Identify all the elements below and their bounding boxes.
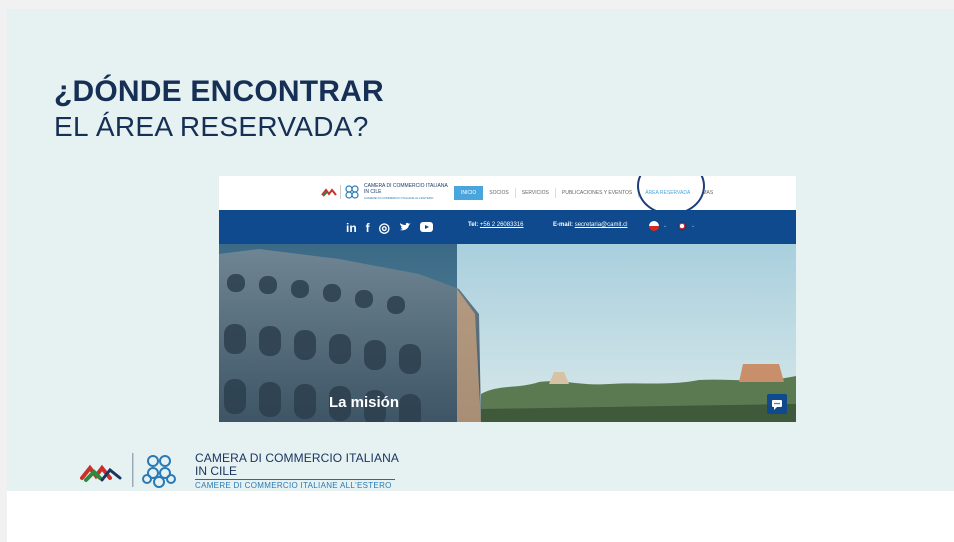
- tel-link[interactable]: +56 2 26083316: [480, 222, 524, 228]
- nav-item-socios[interactable]: SOCIOS: [483, 190, 514, 196]
- twitter-icon[interactable]: [399, 221, 412, 235]
- contact-tel: Tel: +56 2 26083316: [468, 222, 523, 228]
- email-link[interactable]: secretaria@camit.cl: [575, 222, 628, 228]
- footer-tagline: CAMERE DI COMMERCIO ITALIANE ALL'ESTERO: [195, 481, 392, 490]
- nav-item-publicaciones[interactable]: PUBLICACIONES Y EVENTOS: [556, 190, 638, 196]
- logo-divider: [340, 185, 341, 199]
- social-links: in f ◎: [346, 220, 434, 236]
- slide-bottom-band: [7, 491, 954, 542]
- tricolor-logo-icon: [321, 188, 337, 197]
- website-logo[interactable]: CAMERA DI COMMERCIO ITALIANA IN CILE CAM…: [321, 183, 448, 201]
- uk-flag-icon[interactable]: [677, 221, 687, 231]
- slide-title-bold: ¿DÓNDE ENCONTRAR: [54, 75, 384, 108]
- footer-logo: [80, 448, 192, 497]
- website-logo-tagline: CAMERE DI COMMERCIO ITALIANE ALL'ESTERO: [364, 196, 434, 200]
- colosseum-image: [219, 244, 796, 422]
- slide-title-light: EL ÁREA RESERVADA?: [54, 111, 369, 142]
- chevron-down-icon[interactable]: ⌄: [691, 223, 695, 229]
- website-screenshot: CAMERA DI COMMERCIO ITALIANA IN CILE CAM…: [219, 176, 796, 422]
- contact-email: E-mail: secretaria@camit.cl: [553, 222, 627, 228]
- tel-label: Tel:: [468, 222, 479, 228]
- hero-image: La misión: [219, 244, 796, 422]
- chamber-logo-icon: [80, 453, 176, 488]
- chile-flag-icon[interactable]: [649, 221, 659, 231]
- linkedin-icon[interactable]: in: [346, 221, 357, 235]
- footer-subtitle: IN CILE: [195, 464, 238, 478]
- email-label: E-mail:: [553, 222, 574, 228]
- nav-item-servicios[interactable]: SERVICIOS: [516, 190, 555, 196]
- website-header: CAMERA DI COMMERCIO ITALIANA IN CILE CAM…: [219, 176, 796, 215]
- website-contact-bar: in f ◎ Tel: +56 2 26083316 E-mail: secre…: [219, 210, 796, 244]
- chat-button[interactable]: [767, 394, 787, 414]
- facebook-icon[interactable]: f: [366, 221, 370, 235]
- instagram-icon[interactable]: ◎: [379, 220, 390, 236]
- nav-item-inicio[interactable]: INICIO: [454, 186, 484, 200]
- camera-logo-icon: [345, 185, 359, 199]
- youtube-icon[interactable]: [420, 221, 434, 235]
- chevron-down-icon[interactable]: ⌄: [663, 223, 667, 229]
- footer-divider: [195, 479, 395, 480]
- website-logo-text: CAMERA DI COMMERCIO ITALIANA IN CILE CAM…: [364, 183, 448, 201]
- footer-logo-text: CAMERA DI COMMERCIO ITALIANA IN CILE CAM…: [195, 452, 399, 490]
- chat-icon: [772, 400, 782, 410]
- hero-caption: La misión: [329, 394, 400, 411]
